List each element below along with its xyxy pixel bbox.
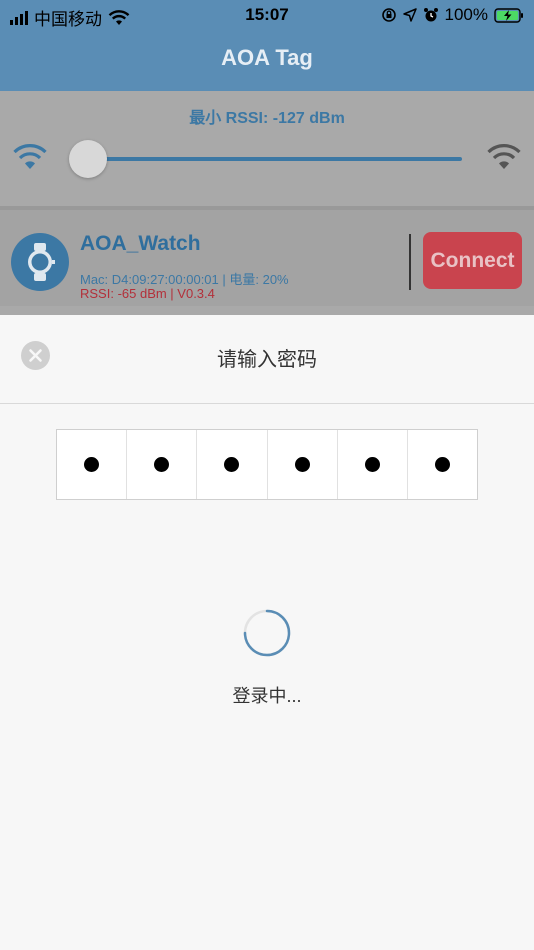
device-card[interactable]: AOA_Watch Mac: D4:09:27:00:00:01 | 电量: 2… (0, 206, 534, 306)
pin-dot (224, 457, 240, 472)
battery-charging-icon (494, 7, 523, 23)
pin-cell-6[interactable] (408, 430, 477, 499)
sheet-title: 请输入密码 (217, 349, 317, 371)
card-divider (409, 234, 411, 290)
pin-cell-5[interactable] (338, 430, 408, 499)
password-sheet: 请输入密码 登录中... (0, 315, 534, 950)
status-bar: 中国移动 15:07 100% (0, 0, 534, 30)
device-avatar (11, 233, 69, 291)
status-right: 100% (381, 5, 524, 25)
pin-cell-3[interactable] (197, 430, 268, 499)
pin-input[interactable] (56, 429, 478, 500)
connect-button[interactable]: Connect (423, 232, 522, 289)
pin-dot (294, 457, 310, 472)
alarm-icon (423, 8, 438, 22)
rssi-slider-track[interactable] (90, 157, 462, 161)
nav-title: AOA Tag (221, 45, 313, 70)
pin-cell-1[interactable] (57, 430, 128, 499)
sheet-divider (0, 403, 534, 404)
watch-icon (28, 243, 55, 281)
pin-cell-4[interactable] (268, 430, 338, 499)
min-rssi-label: 最小 RSSI: -127 dBm (189, 110, 345, 127)
pin-dot (154, 457, 170, 472)
wifi-strong-icon (487, 144, 521, 169)
pin-dot (434, 457, 450, 472)
background-content: 最小 RSSI: -127 dBm AOA_Watch Mac: D4:09:2… (0, 91, 534, 315)
device-name: AOA_Watch (80, 232, 201, 255)
spinner-icon (243, 609, 291, 657)
rssi-slider-knob[interactable] (69, 140, 107, 178)
pin-dot (84, 457, 100, 472)
location-arrow-icon (402, 8, 417, 22)
pin-cell-2[interactable] (127, 430, 198, 499)
top-bar: 中国移动 15:07 100% AOA Tag (0, 0, 534, 91)
device-rssi: RSSI: -65 dBm | V0.3.4 (80, 286, 215, 301)
orientation-lock-icon (381, 8, 396, 22)
loading-text: 登录中... (232, 686, 302, 706)
pin-dot (364, 457, 380, 472)
battery-percent: 100% (444, 5, 488, 24)
wifi-weak-icon (13, 144, 47, 169)
